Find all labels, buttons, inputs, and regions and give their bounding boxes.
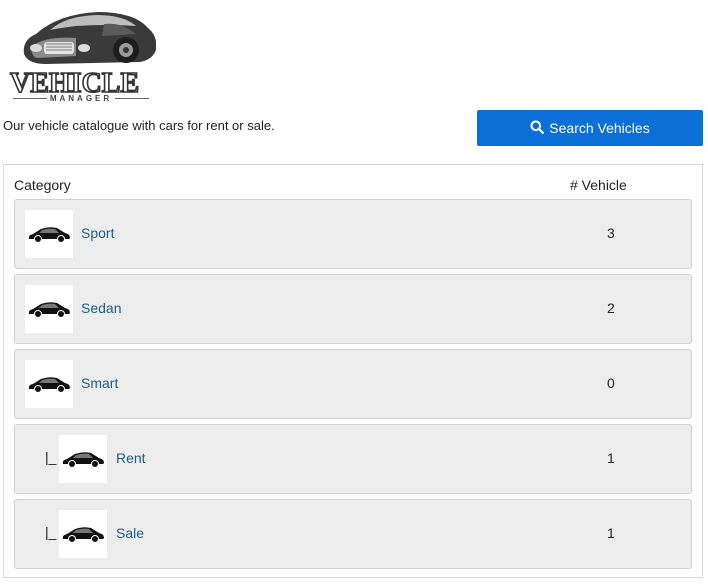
category-row-rent[interactable]: |_ Rent 1 <box>14 424 692 494</box>
vehicle-count: 0 <box>607 375 615 391</box>
logo-subtitle-text: MANAGER <box>49 94 113 103</box>
vehicle-count: 1 <box>607 525 615 541</box>
logo-car-icon <box>23 12 156 64</box>
category-link-sale[interactable]: Sale <box>116 525 144 541</box>
category-table: Category # Vehicle Sport 3 Sedan 2 Smart… <box>3 164 703 578</box>
column-header-vehicle-count: # Vehicle <box>570 177 627 193</box>
logo-rule-left <box>13 98 47 99</box>
child-indent-marker: |_ <box>45 449 57 465</box>
logo-subtitle: MANAGER <box>10 94 152 103</box>
car-icon <box>25 360 73 408</box>
category-row-smart[interactable]: Smart 0 <box>14 349 692 419</box>
car-icon <box>25 285 73 333</box>
search-vehicles-button[interactable]: Search Vehicles <box>477 110 703 146</box>
vehicle-count: 2 <box>607 300 615 316</box>
category-row-sedan[interactable]: Sedan 2 <box>14 274 692 344</box>
vehicle-manager-logo[interactable]: VEHICLE MANAGER <box>6 6 156 106</box>
car-icon <box>59 435 107 483</box>
category-link-rent[interactable]: Rent <box>116 450 146 466</box>
vehicle-count: 3 <box>607 225 615 241</box>
car-icon <box>25 210 73 258</box>
category-row-sale[interactable]: |_ Sale 1 <box>14 499 692 569</box>
category-link-smart[interactable]: Smart <box>81 375 118 391</box>
page-tagline: Our vehicle catalogue with cars for rent… <box>3 118 275 133</box>
search-vehicles-label: Search Vehicles <box>549 120 650 136</box>
child-indent-marker: |_ <box>45 524 57 540</box>
column-header-category: Category <box>14 177 71 193</box>
category-link-sport[interactable]: Sport <box>81 225 114 241</box>
search-icon <box>530 120 545 137</box>
category-row-sport[interactable]: Sport 3 <box>14 199 692 269</box>
vehicle-count: 1 <box>607 450 615 466</box>
logo-rule-right <box>115 98 149 99</box>
car-icon <box>59 510 107 558</box>
category-link-sedan[interactable]: Sedan <box>81 300 121 316</box>
